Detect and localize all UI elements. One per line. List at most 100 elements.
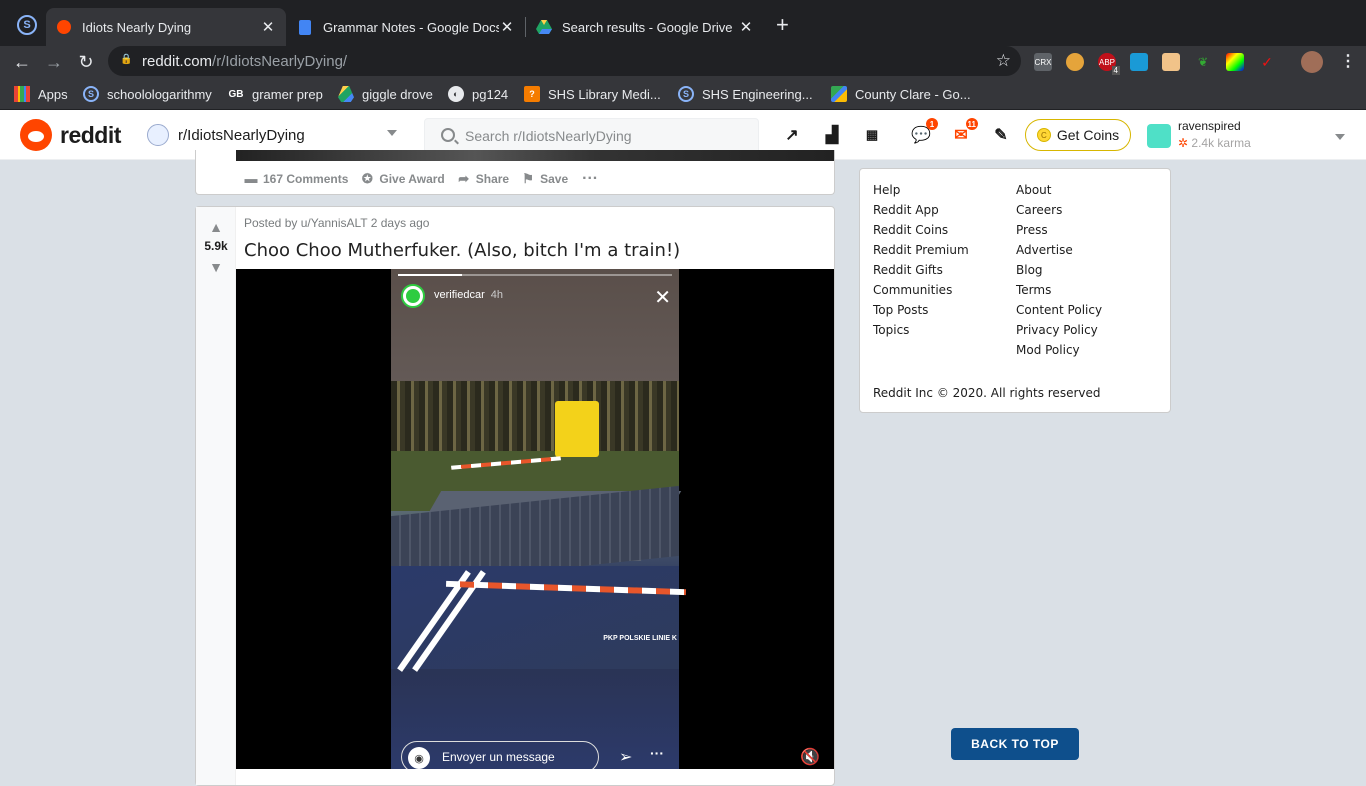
get-coins-button[interactable]: C Get Coins bbox=[1025, 119, 1131, 151]
subreddit-icon bbox=[147, 124, 169, 146]
color-extension-icon[interactable] bbox=[1226, 53, 1244, 71]
close-icon[interactable]: ✕ bbox=[654, 285, 671, 310]
leaderboard-icon[interactable]: ▟ bbox=[821, 124, 843, 146]
tab-grammar-notes[interactable]: Grammar Notes - Google Docs ✕ bbox=[287, 8, 525, 46]
bookmark-apps[interactable]: Apps bbox=[14, 84, 68, 104]
story-frame: verifiedcar 4h ✕ PKP POLSKIE LINIE K ◉ En… bbox=[391, 269, 687, 769]
address-bar[interactable]: 🔒 reddit.com/r/IdiotsNearlyDying/ ☆ bbox=[108, 46, 1021, 76]
footer-link-careers[interactable]: Careers bbox=[1016, 203, 1062, 217]
close-icon[interactable]: ✕ bbox=[738, 18, 754, 36]
bookmark-star-icon[interactable]: ☆ bbox=[996, 51, 1011, 71]
bookmark-label: pg124 bbox=[472, 86, 509, 102]
footer-link-reddit-gifts[interactable]: Reddit Gifts bbox=[873, 263, 943, 277]
bookmark-label: giggle drove bbox=[362, 86, 433, 102]
tab-search-results-drive[interactable]: Search results - Google Drive ✕ bbox=[526, 8, 764, 46]
previous-post-media bbox=[236, 150, 834, 161]
more-options-icon[interactable]: ··· bbox=[650, 745, 664, 761]
share-button[interactable]: ➦ Share bbox=[457, 171, 509, 187]
subreddit-dropdown[interactable]: r/IdiotsNearlyDying bbox=[147, 120, 397, 150]
close-icon[interactable]: ✕ bbox=[499, 18, 515, 36]
camera-icon[interactable]: ◉ bbox=[408, 747, 430, 769]
back-arrow-icon[interactable]: ← bbox=[8, 48, 36, 76]
tab-title: Grammar Notes - Google Docs bbox=[323, 19, 499, 35]
new-tab-icon[interactable]: + bbox=[776, 14, 789, 36]
profile-icon[interactable]: S bbox=[17, 15, 37, 35]
trending-icon[interactable]: ↗ bbox=[781, 124, 803, 146]
crx-extension-icon[interactable]: CRX bbox=[1034, 53, 1052, 71]
forward-arrow-icon[interactable]: → bbox=[40, 48, 68, 76]
owl-extension-icon[interactable] bbox=[1066, 53, 1084, 71]
adblock-extension-icon[interactable]: ABP 4 bbox=[1098, 53, 1120, 75]
karma-icon: ✲ bbox=[1178, 136, 1192, 150]
story-username: verifiedcar 4h bbox=[434, 289, 503, 301]
menu-dots-icon[interactable]: ⋮ bbox=[1340, 51, 1356, 71]
chat-icon[interactable]: 💬 1 bbox=[910, 118, 938, 146]
browser-toolbar: ← → ↻ 🔒 reddit.com/r/IdiotsNearlyDying/ … bbox=[0, 46, 1366, 78]
footer-link-privacy-policy[interactable]: Privacy Policy bbox=[1016, 323, 1098, 337]
footer-link-about[interactable]: About bbox=[1016, 183, 1051, 197]
bookmark-gramer-prep[interactable]: GB gramer prep bbox=[228, 84, 323, 104]
footer-link-terms[interactable]: Terms bbox=[1016, 283, 1051, 297]
footer-link-communities[interactable]: Communities bbox=[873, 283, 952, 297]
post-video[interactable]: verifiedcar 4h ✕ PKP POLSKIE LINIE K ◉ En… bbox=[236, 269, 834, 769]
search-placeholder: Search r/IdiotsNearlyDying bbox=[465, 128, 632, 144]
gb-icon: GB bbox=[228, 86, 244, 102]
reddit-wordmark[interactable]: reddit bbox=[60, 122, 121, 149]
bookmark-pg124[interactable]: ◐ pg124 bbox=[448, 84, 508, 104]
footer-link-blog[interactable]: Blog bbox=[1016, 263, 1043, 277]
upvote-arrow-icon[interactable]: ▲ bbox=[209, 219, 223, 235]
bookmark-shs-engineering[interactable]: S SHS Engineering... bbox=[678, 84, 813, 104]
footer-link-help[interactable]: Help bbox=[873, 183, 900, 197]
bookmark-county-clare[interactable]: County Clare - Go... bbox=[831, 84, 971, 104]
bookmark-giggle-drove[interactable]: giggle drove bbox=[338, 84, 433, 104]
award-icon: ✪ bbox=[361, 171, 373, 186]
message-input[interactable]: ◉ Envoyer un message bbox=[401, 741, 599, 769]
save-button[interactable]: ⚑ Save bbox=[521, 172, 568, 187]
footer-link-top-posts[interactable]: Top Posts bbox=[873, 303, 928, 317]
comment-icon: ▬ bbox=[244, 171, 258, 186]
create-post-icon[interactable]: ✎ bbox=[990, 124, 1012, 146]
close-icon[interactable]: ✕ bbox=[260, 18, 276, 36]
user-avatar[interactable] bbox=[1301, 51, 1323, 73]
karma-text: 2.4k karma bbox=[1191, 136, 1251, 150]
send-icon[interactable]: ➢ bbox=[619, 747, 632, 767]
search-input[interactable]: Search r/IdiotsNearlyDying bbox=[424, 118, 759, 154]
footer-link-press[interactable]: Press bbox=[1016, 223, 1048, 237]
tab-idiots-nearly-dying[interactable]: Idiots Nearly Dying ✕ bbox=[46, 8, 286, 46]
qr-code-icon[interactable]: ▦ bbox=[861, 124, 883, 146]
bookmark-label: SHS Engineering... bbox=[702, 86, 813, 102]
google-maps-icon bbox=[831, 86, 847, 102]
user-avatar bbox=[1147, 124, 1171, 148]
give-award-button[interactable]: ✪ Give Award bbox=[360, 171, 445, 187]
tab-title: Search results - Google Drive bbox=[562, 19, 733, 35]
mail-icon[interactable]: ✉ 11 bbox=[950, 118, 978, 146]
post-meta: Posted by u/YannisALT 2 days ago bbox=[244, 216, 430, 230]
leaf-extension-icon[interactable]: ❦ bbox=[1194, 53, 1212, 71]
bookmark-label: gramer prep bbox=[252, 86, 323, 102]
footer-link-mod-policy[interactable]: Mod Policy bbox=[1016, 343, 1080, 357]
more-options-icon[interactable]: ··· bbox=[582, 170, 598, 188]
schoology-icon: S bbox=[678, 86, 694, 102]
pen-extension-icon[interactable]: ✓ bbox=[1258, 53, 1276, 71]
post-title[interactable]: Choo Choo Mutherfuker. (Also, bitch I'm … bbox=[244, 240, 680, 261]
comments-button[interactable]: ▬ 167 Comments bbox=[244, 171, 349, 187]
bookmark-schoolologarithmy[interactable]: Sschoolologarithmy bbox=[83, 84, 212, 104]
downvote-arrow-icon[interactable]: ▼ bbox=[209, 259, 223, 275]
reload-icon[interactable]: ↻ bbox=[72, 48, 100, 76]
mute-icon[interactable]: 🔇 bbox=[800, 747, 820, 767]
share-icon: ➦ bbox=[458, 171, 470, 186]
subreddit-name: r/IdiotsNearlyDying bbox=[178, 126, 305, 144]
footer-link-reddit-coins[interactable]: Reddit Coins bbox=[873, 223, 948, 237]
post-card[interactable]: ▲ 5.9k ▼ Posted by u/YannisALT 2 days ag… bbox=[195, 206, 835, 786]
back-to-top-button[interactable]: BACK TO TOP bbox=[951, 728, 1079, 760]
footer-link-reddit-app[interactable]: Reddit App bbox=[873, 203, 939, 217]
footer-link-reddit-premium[interactable]: Reddit Premium bbox=[873, 243, 969, 257]
footer-link-content-policy[interactable]: Content Policy bbox=[1016, 303, 1102, 317]
checklist-extension-icon[interactable] bbox=[1130, 53, 1148, 71]
footer-link-topics[interactable]: Topics bbox=[873, 323, 909, 337]
bookmark-shs-library[interactable]: ? SHS Library Medi... bbox=[524, 84, 661, 104]
user-menu[interactable]: ravenspired ✲ 2.4k karma bbox=[1147, 117, 1357, 153]
box-extension-icon[interactable] bbox=[1162, 53, 1180, 71]
footer-link-advertise[interactable]: Advertise bbox=[1016, 243, 1073, 257]
reddit-logo-icon[interactable] bbox=[20, 119, 52, 151]
